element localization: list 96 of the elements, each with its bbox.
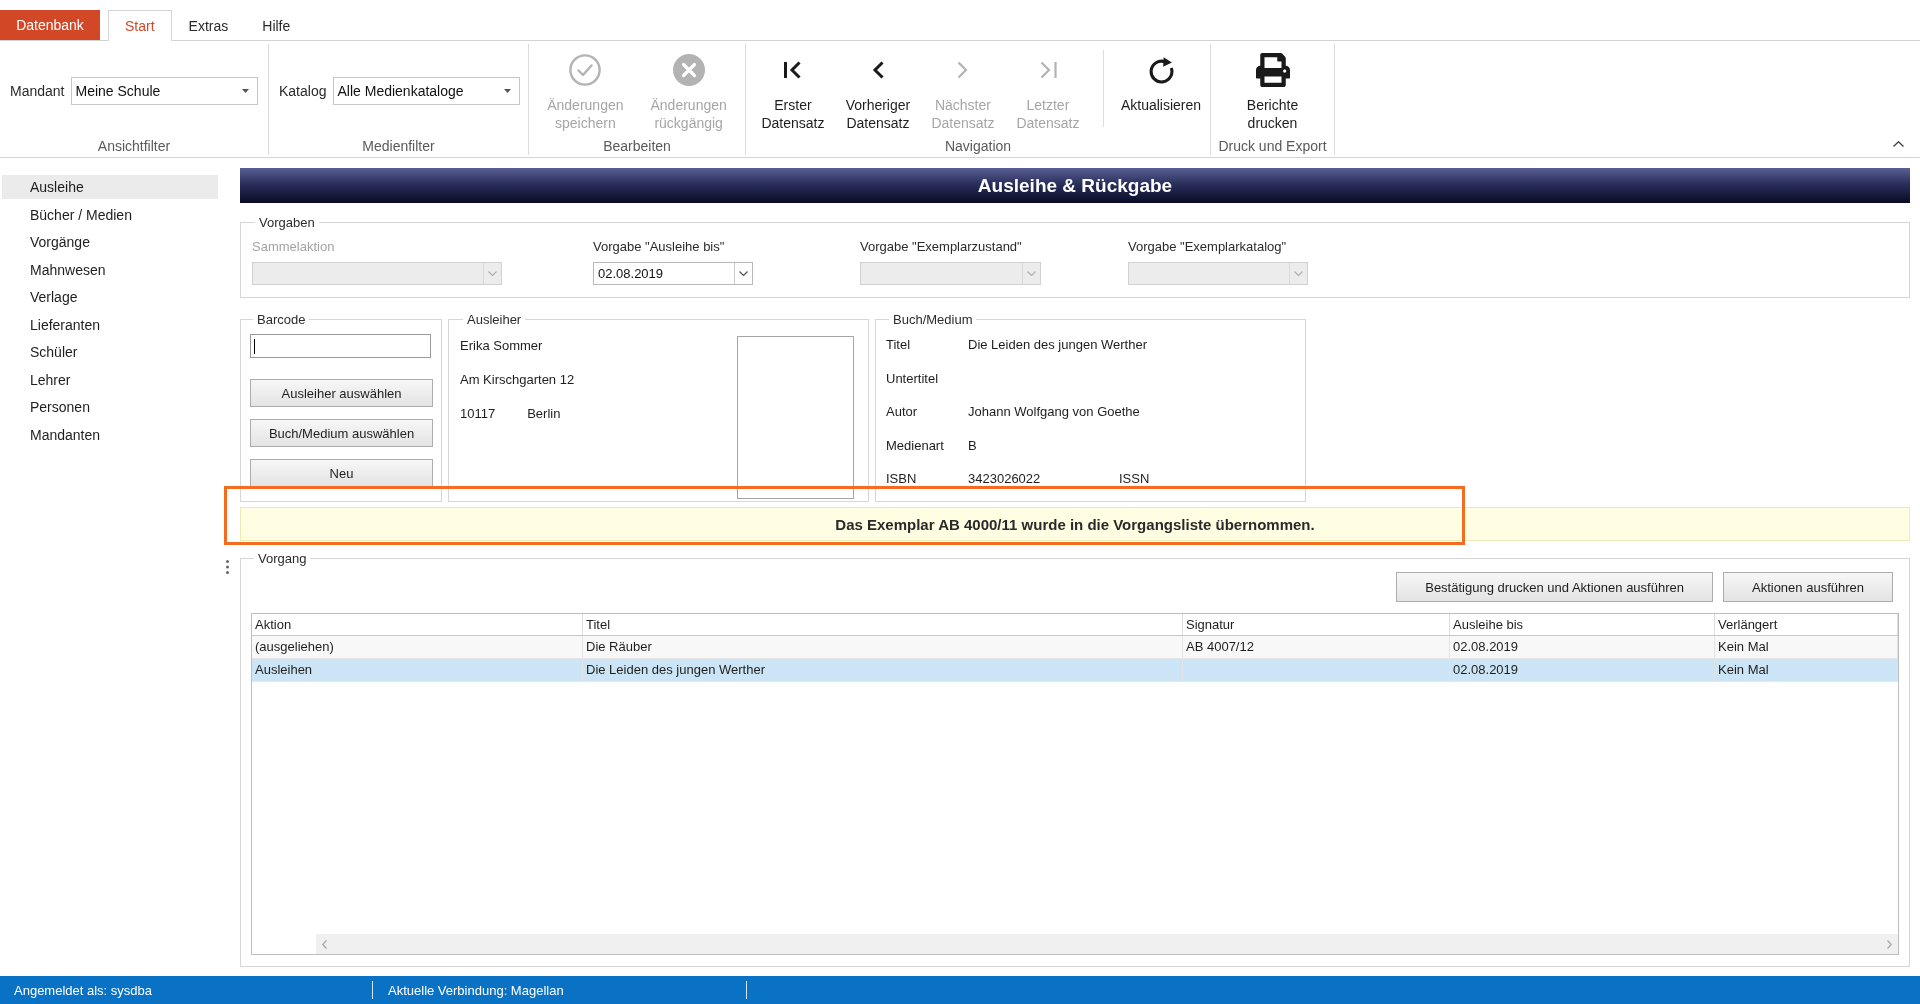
column-header[interactable]: Ausleihe bis: [1450, 614, 1715, 635]
ribbon-button[interactable]: Berichte drucken: [1230, 44, 1315, 134]
chevron-right-icon: [956, 60, 969, 80]
x-circle-icon: [672, 54, 705, 86]
group-label: Navigation: [944, 137, 1012, 155]
chevron-down-icon: [1294, 271, 1303, 276]
action-button[interactable]: Aktionen ausführen: [1722, 572, 1893, 602]
field-label: Katalog: [279, 82, 327, 99]
nav-item[interactable]: Lieferanten: [2, 312, 218, 337]
field-label: Vorgabe "Exemplarkatalog": [1128, 239, 1287, 255]
table-cell: Kein Mal: [1715, 659, 1898, 681]
chevron-left-icon: [871, 60, 884, 80]
nav-item[interactable]: Bücher / Medien: [2, 202, 218, 227]
table-row[interactable]: Ausleihen Die Leiden des jungen Werther 02.08.2019 Kein Mal: [252, 659, 1898, 682]
refresh-icon: [1148, 56, 1174, 84]
grip-icon[interactable]: [226, 560, 229, 574]
field-label: ISSN: [1119, 470, 1150, 488]
check-circle-icon: [569, 54, 602, 86]
status-text: Angemeldet als: sysdba: [14, 982, 153, 998]
panel-title: Buch/Medium: [892, 312, 974, 327]
group-label: Ansichtfilter: [97, 137, 171, 155]
ribbon-tab[interactable]: Extras: [171, 10, 246, 40]
panel-title: Vorgaben: [258, 215, 316, 230]
field-label: Sammelaktion: [252, 239, 335, 255]
action-button[interactable]: Buch/Medium auswählen: [250, 419, 433, 447]
dropdown-arrow-icon: [504, 88, 512, 93]
printer-icon: [1255, 53, 1290, 87]
dropdown-field[interactable]: 02.08.2019: [593, 262, 753, 285]
group-label: Medienfilter: [362, 137, 435, 155]
chevron-left-icon: [322, 939, 327, 949]
field-value: 3423026022: [968, 470, 1041, 488]
nav-item[interactable]: Mahnwesen: [2, 257, 218, 282]
table-cell: Kein Mal: [1715, 636, 1898, 658]
field-value: Johann Wolfgang von Goethe: [968, 403, 1140, 421]
page-title: Ausleihe & Rückgabe: [240, 168, 1910, 203]
field-value: Die Leiden des jungen Werther: [968, 336, 1147, 354]
nav-item[interactable]: Ausleihe: [2, 175, 218, 199]
app-menu-button[interactable]: Datenbank: [0, 10, 100, 40]
action-button[interactable]: Neu: [250, 459, 433, 487]
group-label: Bearbeiten: [603, 137, 671, 155]
horizontal-scrollbar[interactable]: [316, 934, 1898, 954]
table-cell: (ausgeliehen): [252, 636, 583, 658]
table-cell: 02.08.2019: [1450, 636, 1715, 658]
column-header[interactable]: Signatur: [1183, 614, 1450, 635]
field-label: Untertitel: [886, 369, 939, 388]
action-button[interactable]: Bestätigung drucken und Aktionen ausführen: [1396, 572, 1713, 602]
field-label: Vorgabe "Exemplarzustand": [860, 239, 1022, 255]
panel-title: Barcode: [256, 312, 307, 327]
ribbon-button[interactable]: Erster Datensatz: [750, 44, 835, 134]
street-address: Am Kirschgarten 12: [460, 371, 575, 389]
panel-title: Ausleiher: [466, 312, 523, 327]
field-label: Medienart: [886, 436, 944, 455]
ribbon-button[interactable]: Vorheriger Datensatz: [835, 44, 920, 134]
status-text: Aktuelle Verbindung: Magellan: [388, 982, 564, 998]
bar-chevron-left-icon: [782, 60, 803, 80]
field-label: ISBN: [886, 470, 917, 488]
chevron-down-icon: [1027, 271, 1036, 276]
table-cell: Ausleihen: [252, 659, 583, 681]
table-cell: Die Leiden des jungen Werther: [583, 659, 1183, 681]
dropdown-field[interactable]: Meine Schule: [71, 76, 259, 105]
field-label: Titel: [886, 336, 911, 354]
column-header[interactable]: Aktion: [252, 614, 583, 635]
field-label: Vorgabe "Ausleihe bis": [593, 239, 725, 255]
table-cell: 02.08.2019: [1450, 659, 1715, 681]
nav-item[interactable]: Verlage: [2, 285, 218, 309]
text-cursor-icon: [254, 338, 255, 354]
panel-title: Vorgang: [257, 551, 308, 566]
dropdown-arrow-icon: [242, 88, 250, 93]
dropdown-field[interactable]: Alle Medienkataloge: [333, 76, 521, 105]
nav-item[interactable]: Lehrer: [2, 367, 218, 392]
column-header[interactable]: Titel: [583, 614, 1183, 635]
field-label: Mandant: [10, 82, 65, 99]
nav-item[interactable]: Vorgänge: [2, 230, 218, 254]
field-label: Autor: [886, 403, 918, 421]
barcode-input[interactable]: [250, 334, 431, 358]
group-label: Druck und Export: [1218, 137, 1327, 155]
city-name: Berlin: [527, 405, 561, 423]
chevron-up-icon[interactable]: [1893, 141, 1904, 147]
status-message: Das Exemplar AB 4000/11 wurde in die Vorgangsliste übernommen.: [240, 507, 1910, 541]
nav-item[interactable]: Mandanten: [2, 422, 218, 447]
chevron-down-icon: [739, 271, 748, 276]
nav-item[interactable]: Schüler: [2, 340, 218, 364]
table-cell: AB 4007/12: [1183, 636, 1450, 658]
column-header[interactable]: Verlängert: [1715, 614, 1898, 635]
nav-item[interactable]: Personen: [2, 395, 218, 419]
postal-code: 10117: [460, 405, 496, 423]
ribbon-tab[interactable]: Start: [108, 10, 172, 41]
ribbon-button[interactable]: Aktualisieren: [1116, 44, 1206, 116]
table-row[interactable]: (ausgeliehen) Die Räuber AB 4007/12 02.08.2019 Kein Mal: [252, 636, 1898, 659]
ribbon-tab[interactable]: Hilfe: [245, 10, 308, 40]
borrower-name: Erika Sommer: [460, 337, 543, 355]
table-cell: Die Räuber: [583, 636, 1183, 658]
chevron-down-icon: [488, 271, 497, 276]
chevron-right-icon: [1887, 939, 1892, 949]
action-button[interactable]: Ausleiher auswählen: [250, 379, 433, 407]
field-value: B: [968, 436, 977, 455]
